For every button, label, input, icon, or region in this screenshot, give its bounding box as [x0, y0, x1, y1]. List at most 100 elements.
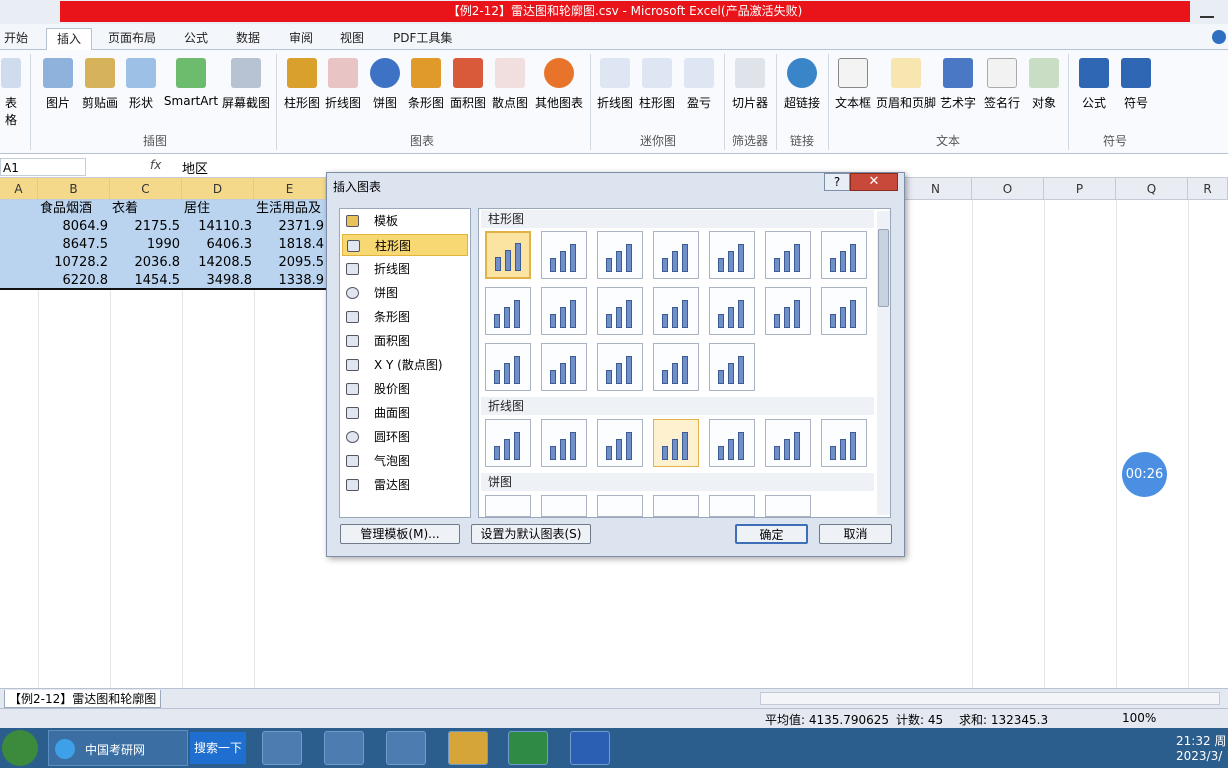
table-cell[interactable]: 1338.9 — [256, 272, 325, 290]
scatter-chart-button[interactable]: 散点图 — [490, 56, 530, 146]
tab-home[interactable]: 开始 — [4, 28, 28, 50]
formula-input[interactable]: 地区 — [182, 158, 208, 177]
pie-subtype-thumb[interactable] — [765, 495, 811, 517]
signature-line-button[interactable]: 签名行 — [980, 56, 1024, 146]
textbox-button[interactable]: 文本框 — [832, 56, 874, 146]
table-button[interactable]: 表格 — [0, 56, 22, 146]
type-surface[interactable]: 曲面图 — [342, 402, 468, 424]
col-header-b[interactable]: B — [38, 178, 110, 200]
line-subtype-thumb[interactable] — [485, 419, 531, 467]
type-radar[interactable]: 雷达图 — [342, 474, 468, 496]
object-button[interactable]: 对象 — [1024, 56, 1064, 146]
browser-icon[interactable] — [262, 731, 302, 765]
type-doughnut[interactable]: 圆环图 — [342, 426, 468, 448]
column-subtype-thumb[interactable] — [653, 231, 699, 279]
table-cell[interactable]: 2371.9 — [256, 218, 325, 236]
type-templates[interactable]: 模板 — [342, 210, 468, 232]
tab-pdf-tools[interactable]: PDF工具集 — [393, 28, 452, 50]
table-cell[interactable]: 6220.8 — [40, 272, 109, 290]
pie-subtype-thumb[interactable] — [709, 495, 755, 517]
col-header-d[interactable]: D — [182, 178, 254, 200]
line-chart-button[interactable]: 折线图 — [322, 56, 364, 146]
pie-subtype-thumb[interactable] — [653, 495, 699, 517]
tab-review[interactable]: 审阅 — [289, 28, 313, 50]
col-header-o[interactable]: O — [972, 178, 1044, 200]
help-icon[interactable] — [1212, 30, 1226, 44]
folder-icon[interactable] — [448, 731, 488, 765]
col-header-q[interactable]: Q — [1116, 178, 1188, 200]
gallery-scrollbar[interactable] — [877, 211, 890, 515]
column-subtype-thumb[interactable] — [485, 287, 531, 335]
pie-subtype-thumb[interactable] — [541, 495, 587, 517]
type-pie[interactable]: 饼图 — [342, 282, 468, 304]
column-subtype-thumb[interactable] — [541, 343, 587, 391]
set-default-chart-button[interactable]: 设置为默认图表(S) — [471, 524, 591, 544]
type-line[interactable]: 折线图 — [342, 258, 468, 280]
table-cell[interactable]: 3498.8 — [184, 272, 253, 290]
other-charts-button[interactable]: 其他图表 — [532, 56, 586, 146]
picture-button[interactable]: 图片 — [38, 56, 78, 146]
table-cell[interactable]: 8647.5 — [40, 236, 109, 254]
fx-icon[interactable]: fx — [150, 158, 161, 172]
column-subtype-thumb[interactable] — [597, 231, 643, 279]
table-cell[interactable]: 生活用品及 — [256, 200, 326, 218]
line-subtype-thumb[interactable] — [709, 419, 755, 467]
cancel-button[interactable]: 取消 — [819, 524, 892, 544]
zoom-level[interactable]: 100% — [1122, 711, 1156, 725]
type-scatter[interactable]: X Y (散点图) — [342, 354, 468, 376]
tab-data[interactable]: 数据 — [236, 28, 260, 50]
clipart-button[interactable]: 剪贴画 — [78, 56, 122, 146]
col-header-p[interactable]: P — [1044, 178, 1116, 200]
table-cell[interactable]: 食品烟酒 — [40, 200, 92, 218]
table-cell[interactable]: 8064.9 — [40, 218, 109, 236]
column-subtype-thumb[interactable] — [597, 343, 643, 391]
column-subtype-thumb[interactable] — [653, 287, 699, 335]
column-subtype-thumb[interactable] — [597, 287, 643, 335]
col-header-c[interactable]: C — [110, 178, 182, 200]
table-cell[interactable]: 2095.5 — [256, 254, 325, 272]
table-cell[interactable]: 14110.3 — [184, 218, 252, 236]
horizontal-scrollbar[interactable] — [760, 692, 1220, 705]
table-cell[interactable]: 6406.3 — [184, 236, 253, 254]
line-subtype-thumb[interactable] — [821, 419, 867, 467]
table-cell[interactable]: 10728.2 — [40, 254, 108, 272]
manage-templates-button[interactable]: 管理模板(M)... — [340, 524, 460, 544]
line-subtype-thumb[interactable] — [765, 419, 811, 467]
type-stock[interactable]: 股价图 — [342, 378, 468, 400]
table-cell[interactable]: 1818.4 — [256, 236, 325, 254]
word-icon[interactable] — [570, 731, 610, 765]
ie-taskbar-item[interactable]: 中国考研网 — [48, 730, 188, 766]
area-chart-button[interactable]: 面积图 — [448, 56, 488, 146]
scroll-thumb[interactable] — [878, 229, 889, 307]
type-column[interactable]: 柱形图 — [342, 234, 468, 256]
tab-page-layout[interactable]: 页面布局 — [108, 28, 156, 50]
column-subtype-thumb[interactable] — [821, 287, 867, 335]
column-subtype-thumb[interactable] — [541, 231, 587, 279]
column-subtype-thumb[interactable] — [541, 287, 587, 335]
tab-insert[interactable]: 插入 — [46, 28, 92, 50]
table-cell[interactable]: 衣着 — [112, 200, 138, 218]
excel-icon[interactable] — [508, 731, 548, 765]
line-subtype-thumb[interactable] — [653, 419, 699, 467]
table-cell[interactable]: 居住 — [184, 200, 210, 218]
column-subtype-thumb[interactable] — [709, 231, 755, 279]
table-cell[interactable]: 1990 — [112, 236, 180, 254]
tab-view[interactable]: 视图 — [340, 28, 364, 50]
search-box[interactable]: 搜索一下 — [190, 732, 246, 764]
name-box[interactable]: A1 — [0, 158, 86, 176]
column-subtype-thumb[interactable] — [765, 287, 811, 335]
col-header-e[interactable]: E — [254, 178, 326, 200]
table-cell[interactable]: 2036.8 — [112, 254, 181, 272]
column-subtype-thumb[interactable] — [821, 231, 867, 279]
column-subtype-thumb[interactable] — [709, 343, 755, 391]
column-subtype-thumb[interactable] — [709, 287, 755, 335]
table-cell[interactable]: 2175.5 — [112, 218, 181, 236]
line-subtype-thumb[interactable] — [541, 419, 587, 467]
column-chart-button[interactable]: 柱形图 — [282, 56, 322, 146]
app-grid-icon[interactable] — [386, 731, 426, 765]
help-button[interactable]: ? — [824, 173, 850, 191]
ok-button[interactable]: 确定 — [735, 524, 808, 544]
column-subtype-thumb[interactable] — [653, 343, 699, 391]
app-grid-icon[interactable] — [324, 731, 364, 765]
col-header-r[interactable]: R — [1188, 178, 1228, 200]
